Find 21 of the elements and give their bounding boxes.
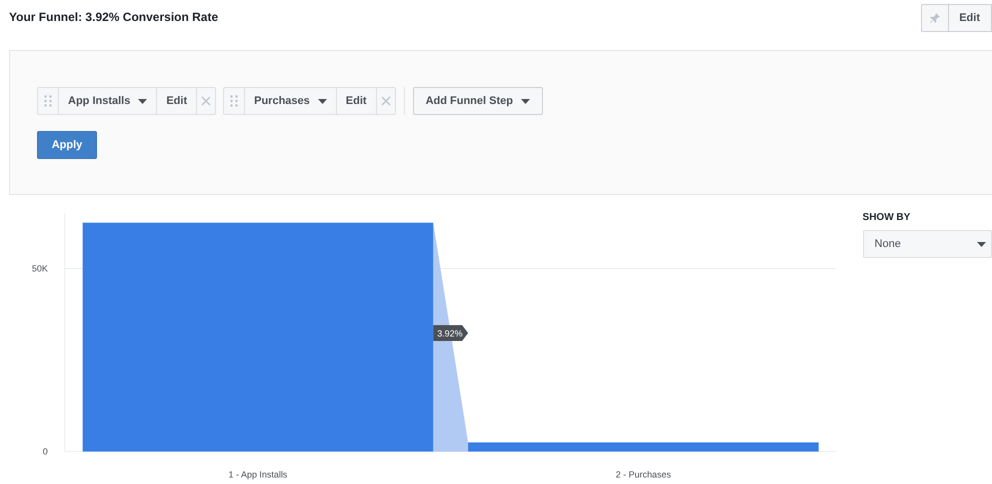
step-dropdown[interactable]: App Installs <box>58 88 156 114</box>
page-title: Your Funnel: 3.92% Conversion Rate <box>9 10 218 24</box>
step-dropdown[interactable]: Purchases <box>244 88 336 114</box>
caret-icon <box>977 242 986 246</box>
show-by-label: SHOW BY <box>862 212 912 223</box>
axis-tick-label: 0 <box>42 446 48 457</box>
add-funnel-step-button[interactable]: Add Funnel Step <box>412 87 543 115</box>
pin-icon <box>929 12 942 24</box>
caret-icon <box>520 98 530 104</box>
apply-button[interactable]: Apply <box>37 131 97 159</box>
step-edit-button[interactable]: Edit <box>336 88 376 114</box>
edit-button[interactable]: Edit <box>949 4 992 32</box>
category-label: 1 - App Installs <box>228 469 288 480</box>
axis-tick-label: 50K <box>32 263 48 274</box>
caret-icon <box>138 98 148 104</box>
step-edit-button[interactable]: Edit <box>156 88 196 114</box>
conversion-badge: 3.92% <box>433 325 468 342</box>
category-label: 2 - Purchases <box>616 469 671 480</box>
caret-icon <box>318 98 327 104</box>
pin-button[interactable] <box>921 4 950 32</box>
show-by-dropdown[interactable]: None <box>862 230 992 258</box>
